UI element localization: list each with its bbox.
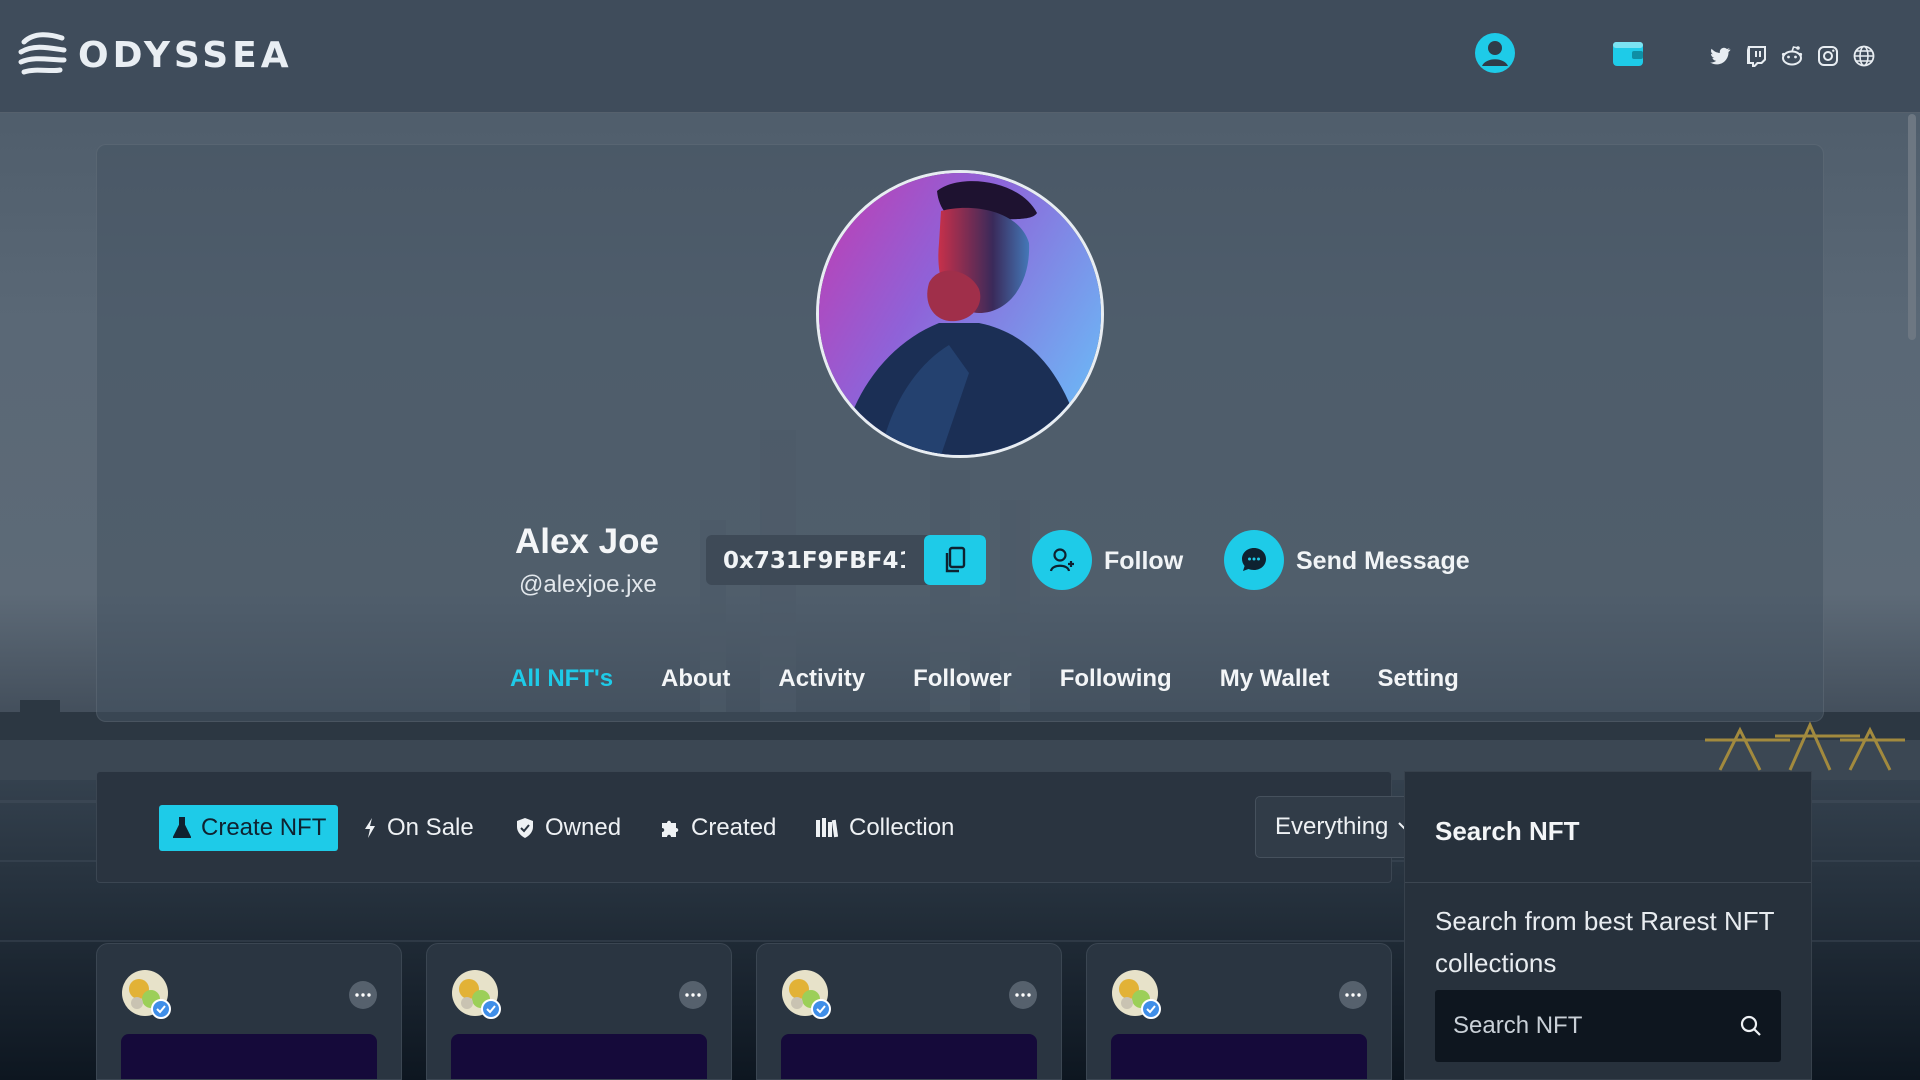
more-options-icon[interactable]: [679, 981, 707, 1009]
profile-avatar: [816, 170, 1104, 458]
library-icon: [816, 818, 839, 838]
social-links: [1708, 44, 1876, 68]
flask-icon: [173, 817, 191, 838]
instagram-icon[interactable]: [1816, 44, 1840, 68]
tab-follower[interactable]: Follower: [913, 665, 1012, 693]
profile-name: Alex Joe: [515, 522, 659, 561]
copy-address-button[interactable]: [924, 535, 986, 585]
search-nft-panel: Search NFT Search from best Rarest NFT c…: [1404, 771, 1812, 1080]
globe-icon[interactable]: [1852, 44, 1876, 68]
create-nft-label: Create NFT: [201, 814, 327, 841]
nft-card[interactable]: [96, 943, 402, 1080]
page-scrollbar[interactable]: [1908, 114, 1916, 340]
user-circle-icon[interactable]: [1474, 32, 1516, 74]
nft-card[interactable]: [756, 943, 1062, 1080]
copy-icon: [945, 546, 966, 573]
wallet-address: 0x731F9FBF4163D: [723, 548, 905, 574]
profile-tabs: All NFT's About Activity Follower Follow…: [510, 665, 1507, 693]
search-description: Search from best Rarest NFT collections: [1435, 906, 1775, 978]
owned-label: Owned: [545, 814, 622, 841]
search-input[interactable]: [1435, 990, 1725, 1062]
verified-badge-icon: [1141, 999, 1161, 1019]
follow-button[interactable]: [1032, 530, 1092, 590]
puzzle-icon: [662, 820, 679, 837]
creator-avatar[interactable]: [121, 969, 171, 1019]
verified-badge-icon: [481, 999, 501, 1019]
more-options-icon[interactable]: [1339, 981, 1367, 1009]
created-label: Created: [691, 814, 777, 841]
verified-badge-icon: [151, 999, 171, 1019]
waves-logo-icon: [18, 32, 67, 75]
nft-image[interactable]: [1111, 1034, 1367, 1079]
send-message-button[interactable]: [1224, 530, 1284, 590]
shield-check-icon: [517, 818, 533, 838]
tab-setting[interactable]: Setting: [1378, 665, 1459, 693]
on-sale-label: On Sale: [387, 814, 474, 841]
creator-avatar[interactable]: [451, 969, 501, 1019]
nft-card[interactable]: [426, 943, 732, 1080]
owned-button[interactable]: Owned: [515, 805, 621, 851]
tab-following[interactable]: Following: [1060, 665, 1172, 693]
search-icon[interactable]: [1739, 1014, 1763, 1038]
lightning-icon: [365, 818, 375, 838]
wallet-icon[interactable]: [1612, 38, 1644, 68]
search-divider: [1405, 882, 1811, 883]
tab-activity[interactable]: Activity: [778, 665, 865, 693]
select-value: Everything: [1275, 813, 1389, 840]
collection-button[interactable]: Collection: [815, 805, 954, 851]
tab-all-nfts[interactable]: All NFT's: [510, 665, 613, 693]
twitter-icon[interactable]: [1708, 44, 1732, 68]
reddit-icon[interactable]: [1780, 44, 1804, 68]
tab-my-wallet[interactable]: My Wallet: [1220, 665, 1330, 693]
nft-image[interactable]: [451, 1034, 707, 1079]
search-box: [1435, 990, 1781, 1062]
add-user-icon: [1049, 548, 1074, 572]
twitch-icon[interactable]: [1744, 44, 1768, 68]
profile-handle: @alexjoe.jxe: [519, 571, 657, 598]
more-options-icon[interactable]: [349, 981, 377, 1009]
wallet-address-box: 0x731F9FBF4163D: [706, 535, 986, 585]
chat-bubble-icon: [1242, 548, 1266, 571]
nft-image[interactable]: [781, 1034, 1037, 1079]
on-sale-button[interactable]: On Sale: [363, 805, 474, 851]
send-message-label[interactable]: Send Message: [1296, 547, 1470, 576]
nft-image[interactable]: [121, 1034, 377, 1079]
created-button[interactable]: Created: [659, 805, 776, 851]
brand-logo[interactable]: ODYSSEA: [18, 28, 293, 82]
follow-label[interactable]: Follow: [1104, 547, 1183, 576]
more-options-icon[interactable]: [1009, 981, 1037, 1009]
collection-label: Collection: [849, 814, 955, 841]
top-header: ODYSSEA: [0, 0, 1920, 113]
creator-avatar[interactable]: [1111, 969, 1161, 1019]
everything-select[interactable]: Everything: [1255, 796, 1427, 858]
tab-about[interactable]: About: [661, 665, 730, 693]
profile-photo: [819, 173, 1101, 455]
search-title: Search NFT: [1435, 816, 1580, 846]
nft-card[interactable]: [1086, 943, 1392, 1080]
nft-filter-bar: Create NFT On Sale Owned Created Collect…: [96, 771, 1427, 883]
verified-badge-icon: [811, 999, 831, 1019]
create-nft-button[interactable]: Create NFT: [159, 805, 339, 851]
creator-avatar[interactable]: [781, 969, 831, 1019]
brand-name: ODYSSEA: [78, 34, 293, 76]
